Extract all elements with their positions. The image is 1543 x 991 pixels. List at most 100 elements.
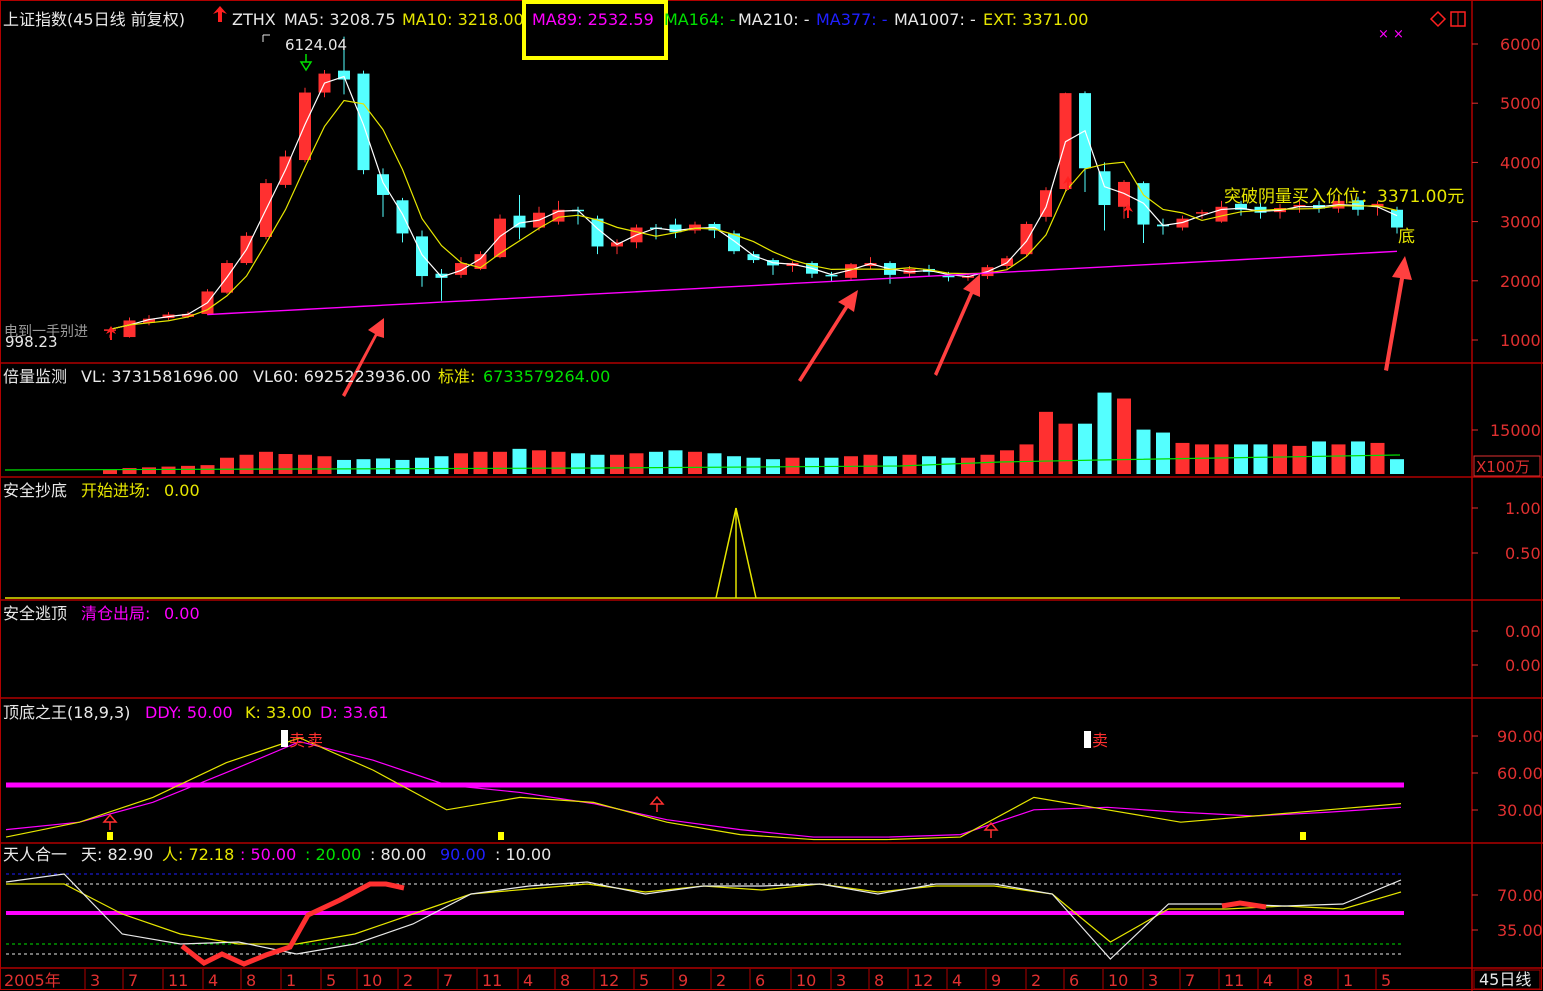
x-tick-label: 8	[874, 971, 884, 990]
kdj-header: 顶底之王(18,9,3) DDY: 50.00 K: 33.00 D: 33.6…	[3, 703, 389, 722]
volume-bar	[590, 454, 605, 474]
volume-bar	[1253, 444, 1268, 474]
trhy-tick-1: 70.00	[1497, 886, 1543, 905]
price-header: 上证指数(45日线 前复权) ZTHX MA5: 3208.75 MA10: 3…	[3, 0, 1466, 60]
volume-bar	[863, 454, 878, 474]
callout-arrow-icon-3	[934, 274, 980, 376]
period-label[interactable]: 45日线	[1479, 970, 1531, 989]
chaodi-value: 0.00	[164, 481, 200, 500]
candle	[1020, 221, 1033, 256]
kdj-buy-arrow-icon-2	[649, 795, 665, 812]
volume-bar	[707, 453, 722, 474]
volume-header: 倍量监测 VL: 3731581696.00 VL60: 6925223936.…	[3, 367, 610, 386]
candle	[669, 218, 682, 239]
volume-bar	[1058, 423, 1073, 474]
volume-bar	[1195, 444, 1209, 474]
trhy-label: 天人合一	[3, 845, 67, 864]
x-tick-label: 11	[168, 971, 188, 990]
volume-bar	[532, 450, 546, 474]
x-tick-label: 4	[523, 971, 533, 990]
candle	[416, 230, 428, 287]
kdj-tick-3: 30.00	[1497, 801, 1543, 820]
volume-bar	[1156, 432, 1170, 474]
volume-bar	[298, 454, 312, 474]
x-tick-label: 2	[403, 971, 413, 990]
x-tick-label: 10	[796, 971, 816, 990]
volume-bar	[1331, 444, 1346, 474]
x-tick-label: 5	[326, 971, 336, 990]
x-tick-label: 8	[246, 971, 256, 990]
price-tick-4000: 4000	[1500, 153, 1541, 172]
x-tick-label: 4	[208, 971, 218, 990]
high-label: 6124.04	[285, 36, 347, 54]
di-mark: 底	[1398, 227, 1415, 247]
x-tick-label: 4	[952, 971, 962, 990]
volume-bar	[1097, 392, 1112, 474]
x-tick-label: 3	[1148, 971, 1158, 990]
kdj-tick-1: 90.00	[1497, 727, 1543, 746]
volume-bar	[220, 457, 234, 474]
x-tick-label: 11	[1224, 971, 1244, 990]
ind-name: ZTHX	[232, 10, 276, 29]
marker-x-icon: × ×	[1378, 27, 1404, 42]
chaodi-label: 安全抄底	[3, 481, 67, 500]
volume-bar	[785, 457, 800, 474]
ext-value: EXT: 3371.00	[983, 10, 1088, 29]
volume-bar	[493, 451, 507, 474]
candle	[513, 194, 526, 240]
volume-bar	[454, 453, 468, 474]
volume-bar	[142, 467, 156, 474]
frame	[0, 0, 1543, 991]
volume-bar	[376, 458, 390, 474]
trhy-lines	[5, 873, 1404, 967]
volume-bar	[883, 456, 897, 474]
volume-bar	[902, 454, 917, 474]
ma89-value: MA89: 2532.59	[532, 10, 654, 29]
taoding-key: 清仓出局:	[81, 604, 150, 623]
ma377-value: MA377: -	[816, 10, 888, 29]
trhy-header: 天人合一 天: 82.90 人: 72.18 : 50.00 : 20.00 :…	[3, 845, 551, 864]
callout-arrow-icon-4	[1384, 256, 1412, 371]
price-tick-3000: 3000	[1500, 213, 1541, 232]
vl-value: VL: 3731581696.00	[81, 367, 239, 386]
x-tick-label: 5	[1381, 971, 1391, 990]
volume-bar	[1312, 441, 1326, 474]
ma1007-value: MA1007: -	[894, 10, 976, 29]
volume-bar	[1370, 442, 1385, 474]
volume-bar	[1351, 441, 1365, 474]
vl60-value: VL60: 6925223936.00	[253, 367, 431, 386]
low-label: 998.23	[5, 333, 58, 351]
sell-mark-2: 卖	[307, 731, 323, 750]
trhy-tian: 天: 82.90	[81, 845, 153, 864]
diamond-icon[interactable]	[1429, 10, 1447, 28]
volume-bar	[1292, 445, 1307, 474]
trhy-10: : 10.00	[495, 845, 551, 864]
volume-bar	[415, 457, 429, 474]
ma164-value: MA164: -	[664, 10, 736, 29]
volume-bar	[688, 451, 702, 474]
bz-key: 标准:	[438, 367, 475, 386]
x-tick-label: 2	[1031, 971, 1041, 990]
volume-bar	[1390, 459, 1404, 474]
chaodi-tick-2: 0.50	[1505, 544, 1541, 563]
x-tick-label: 8	[1303, 971, 1313, 990]
volume-bar	[512, 448, 527, 474]
candle	[396, 197, 409, 243]
x-tick-label: 10	[1108, 971, 1128, 990]
price-tick-6000: 6000	[1500, 35, 1541, 54]
x-tick-label: 5	[639, 971, 649, 990]
x-tick-label: 2	[716, 971, 726, 990]
volume-bar	[551, 451, 566, 474]
candle	[1137, 181, 1150, 244]
x-tick-label: 7	[128, 971, 138, 990]
volume-bar	[473, 451, 488, 474]
volume-bar	[1234, 444, 1248, 474]
trhy-90: 90.00	[440, 845, 486, 864]
chaodi-tick-1: 1.00	[1505, 499, 1541, 518]
volume-axis: 15000 X100万	[1472, 421, 1541, 477]
volume-bar	[941, 457, 956, 474]
volume-bar	[629, 453, 644, 474]
candle	[689, 221, 701, 234]
trhy-50: : 50.00	[240, 845, 296, 864]
callout-arrow-icon-2	[798, 290, 858, 382]
